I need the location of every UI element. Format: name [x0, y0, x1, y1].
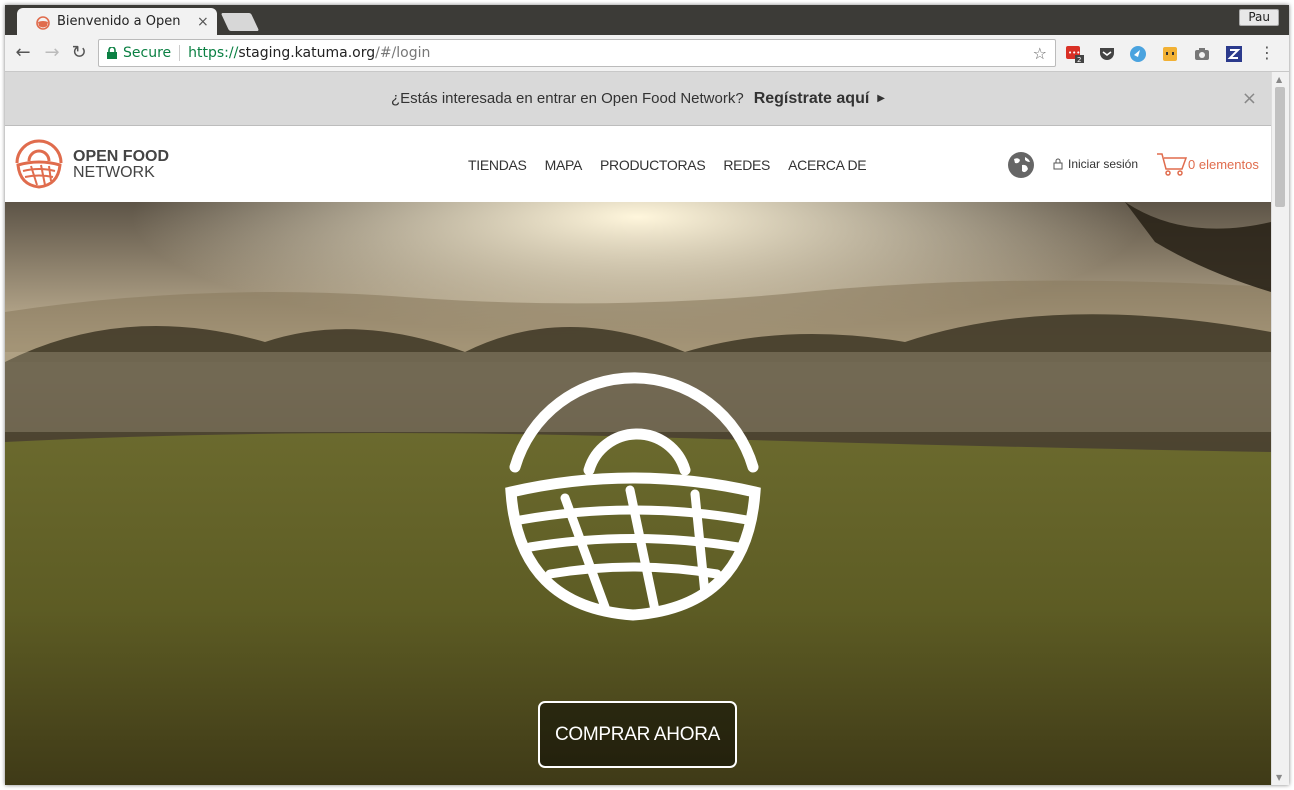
menu-item-mapa[interactable]: MAPA [545, 157, 583, 173]
site-header: OPEN FOOD NETWORK TIENDAS MAPA PRODUCTOR… [5, 127, 1271, 202]
url-path: /#/login [375, 45, 431, 61]
tab-strip: Bienvenido a Open × Pau [5, 5, 1289, 35]
url-protocol: https:// [188, 45, 239, 61]
basket-logo-icon [15, 139, 63, 189]
main-menu: TIENDAS MAPA PRODUCTORAS REDES ACERCA DE [468, 157, 867, 173]
zotero-icon[interactable] [1225, 45, 1243, 63]
shop-now-button[interactable]: COMPRAR AHORA [538, 701, 737, 768]
url-host: staging.katuma.org [238, 45, 376, 61]
scroll-thumb[interactable] [1275, 87, 1285, 207]
face-extension-icon[interactable] [1161, 45, 1179, 63]
address-bar[interactable]: Secure https://staging.katuma.org/#/logi… [98, 39, 1056, 67]
omnibox-separator [179, 45, 181, 61]
scroll-up-icon[interactable]: ▲ [1276, 75, 1282, 84]
tab-close-icon[interactable]: × [197, 14, 209, 30]
lock-icon [107, 47, 117, 59]
new-tab-button[interactable] [220, 13, 260, 31]
page-viewport: ¿Estás interesada en entrar en Open Food… [5, 72, 1271, 785]
bookmark-star-icon[interactable]: ☆ [1033, 44, 1047, 63]
basket-favicon-icon [36, 15, 50, 30]
cart-link[interactable]: 0 elementos [1156, 151, 1259, 177]
register-banner: ¿Estás interesada en entrar en Open Food… [5, 72, 1271, 126]
cart-icon [1157, 153, 1188, 176]
profile-button[interactable]: Pau [1239, 9, 1279, 26]
logo-line-1: OPEN FOOD [73, 148, 170, 165]
logo-line-2: NETWORK [73, 164, 155, 181]
logo-wordmark: OPEN FOOD NETWORK [73, 149, 169, 181]
url-text: https://staging.katuma.org/#/login [188, 45, 430, 61]
secure-label: Secure [123, 45, 172, 61]
register-link[interactable]: Regístrate aquí [754, 90, 870, 108]
menu-item-redes[interactable]: REDES [723, 157, 770, 173]
login-link[interactable]: Iniciar sesión [1053, 157, 1138, 171]
arrow-right-icon: ▶ [877, 93, 885, 104]
hero-landscape-image [5, 202, 1271, 785]
menu-item-tiendas[interactable]: TIENDAS [468, 157, 527, 173]
browser-toolbar: ← → ↻ Secure https://staging.katuma.org/… [5, 35, 1289, 72]
tab-title: Bienvenido a Open [57, 14, 181, 29]
menu-item-acerca-de[interactable]: ACERCA DE [788, 157, 867, 173]
page-scrollbar[interactable]: ▲ ▼ [1271, 72, 1289, 785]
login-label: Iniciar sesión [1068, 157, 1139, 171]
browser-menu-icon[interactable]: ⋮ [1257, 44, 1277, 64]
globe-icon[interactable] [1007, 151, 1035, 179]
cart-label: 0 elementos [1188, 156, 1259, 172]
banner-text: ¿Estás interesada en entrar en Open Food… [391, 90, 744, 107]
reload-icon[interactable]: ↻ [69, 44, 89, 64]
browser-tab[interactable]: Bienvenido a Open × [17, 8, 217, 35]
pocket-icon[interactable] [1098, 45, 1116, 63]
camera-icon[interactable] [1193, 45, 1211, 63]
back-arrow-icon[interactable]: ← [13, 44, 33, 64]
site-logo[interactable]: OPEN FOOD NETWORK [13, 139, 169, 191]
extension-badge: 2 [1077, 56, 1081, 63]
extension-red-icon[interactable]: ••• 2 [1066, 45, 1084, 63]
padlock-icon [1053, 158, 1063, 170]
forward-arrow-icon[interactable]: → [42, 44, 62, 64]
hero-section: COMPRAR AHORA [5, 202, 1271, 785]
banner-close-icon[interactable]: × [1242, 88, 1257, 109]
scroll-down-icon[interactable]: ▼ [1276, 773, 1282, 782]
browser-window: Bienvenido a Open × Pau ← → ↻ Secure htt… [5, 5, 1289, 785]
menu-item-productoras[interactable]: PRODUCTORAS [600, 157, 706, 173]
bird-extension-icon[interactable] [1129, 45, 1147, 63]
